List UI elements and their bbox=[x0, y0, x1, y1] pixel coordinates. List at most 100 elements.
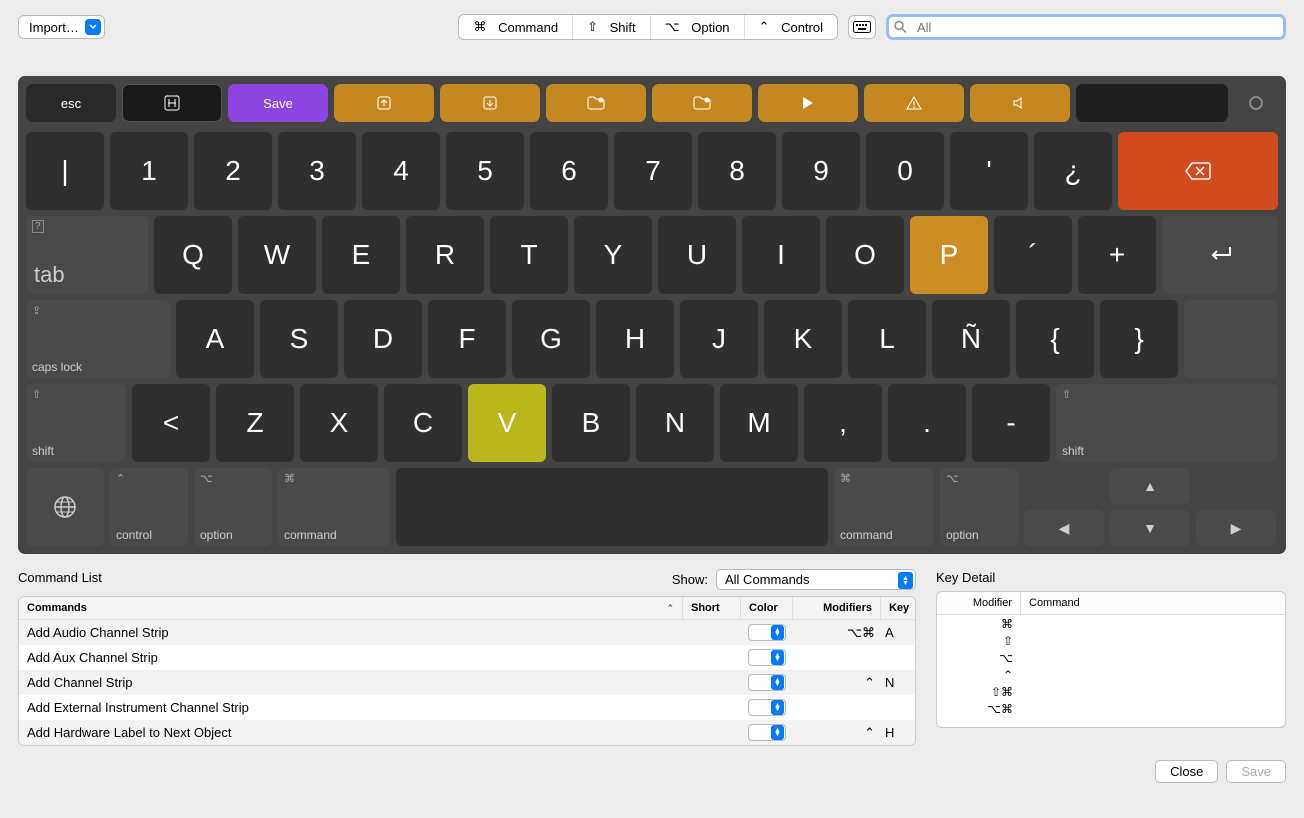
key-q[interactable]: Q bbox=[154, 216, 232, 294]
column-commands[interactable]: Commands⌃ bbox=[19, 597, 683, 619]
table-row[interactable]: Add Hardware Label to Next Object▲▼⌃H bbox=[19, 720, 915, 745]
key-3[interactable]: 3 bbox=[278, 132, 356, 210]
table-row[interactable]: Add Aux Channel Strip▲▼ bbox=[19, 645, 915, 670]
key-enye[interactable]: Ñ bbox=[932, 300, 1010, 378]
key-j[interactable]: J bbox=[680, 300, 758, 378]
keyboard-toggle-icon[interactable] bbox=[848, 15, 876, 39]
key-shift-left[interactable]: ⇧ shift bbox=[26, 384, 126, 462]
key-t[interactable]: T bbox=[490, 216, 568, 294]
key-8[interactable]: 8 bbox=[698, 132, 776, 210]
color-picker[interactable]: ▲▼ bbox=[748, 699, 786, 716]
key-m[interactable]: M bbox=[720, 384, 798, 462]
show-filter-select[interactable]: All Commands ▲▼ bbox=[716, 569, 916, 590]
key-pipe[interactable]: | bbox=[26, 132, 104, 210]
key-p[interactable]: P bbox=[910, 216, 988, 294]
key-u[interactable]: U bbox=[658, 216, 736, 294]
key-shift-right[interactable]: ⇧ shift bbox=[1056, 384, 1278, 462]
table-row[interactable]: Add External Instrument Channel Strip▲▼ bbox=[19, 695, 915, 720]
color-picker[interactable]: ▲▼ bbox=[748, 674, 786, 691]
key-4[interactable]: 4 bbox=[362, 132, 440, 210]
key-0[interactable]: 0 bbox=[866, 132, 944, 210]
key-brace-close[interactable]: } bbox=[1100, 300, 1178, 378]
key-return[interactable] bbox=[1162, 216, 1278, 294]
key-capslock[interactable]: ⇪ caps lock bbox=[26, 300, 170, 378]
key-s[interactable]: S bbox=[260, 300, 338, 378]
import-menu[interactable]: Import… bbox=[18, 15, 105, 39]
key-detail-row[interactable]: ⇧⌘ bbox=[937, 683, 1285, 700]
touchbar-folder-down-icon[interactable] bbox=[652, 84, 752, 122]
key-6[interactable]: 6 bbox=[530, 132, 608, 210]
close-button[interactable]: Close bbox=[1155, 760, 1218, 783]
key-7[interactable]: 7 bbox=[614, 132, 692, 210]
key-option-left[interactable]: ⌥option bbox=[194, 468, 272, 546]
touchbar-save[interactable]: Save bbox=[228, 84, 328, 122]
modifier-shift[interactable]: ⇧ Shift bbox=[573, 15, 651, 39]
modifier-control[interactable]: ⌃ Control bbox=[745, 15, 837, 39]
table-row[interactable]: Add Channel Strip▲▼⌃N bbox=[19, 670, 915, 695]
color-picker[interactable]: ▲▼ bbox=[748, 624, 786, 641]
key-z[interactable]: Z bbox=[216, 384, 294, 462]
column-color[interactable]: Color bbox=[741, 597, 793, 619]
key-space[interactable] bbox=[396, 468, 828, 546]
key-9[interactable]: 9 bbox=[782, 132, 860, 210]
key-o[interactable]: O bbox=[826, 216, 904, 294]
touchbar-warning-icon[interactable] bbox=[864, 84, 964, 122]
key-b[interactable]: B bbox=[552, 384, 630, 462]
touchbar-folder-up-icon[interactable] bbox=[546, 84, 646, 122]
key-v[interactable]: V bbox=[468, 384, 546, 462]
key-option-right[interactable]: ⌥option bbox=[940, 468, 1018, 546]
key-brace-open[interactable]: { bbox=[1016, 300, 1094, 378]
key-d[interactable]: D bbox=[344, 300, 422, 378]
key-accent[interactable]: ´ bbox=[994, 216, 1072, 294]
key-globe[interactable] bbox=[26, 468, 104, 546]
key-f[interactable]: F bbox=[428, 300, 506, 378]
key-a[interactable]: A bbox=[176, 300, 254, 378]
touchbar-sound-icon[interactable] bbox=[970, 84, 1070, 122]
key-control-left[interactable]: ⌃control bbox=[110, 468, 188, 546]
key-detail-row[interactable]: ⌥ bbox=[937, 649, 1285, 666]
key-h[interactable]: H bbox=[596, 300, 674, 378]
touchbar-play-icon[interactable] bbox=[758, 84, 858, 122]
key-n[interactable]: N bbox=[636, 384, 714, 462]
key-y[interactable]: Y bbox=[574, 216, 652, 294]
touchbar-customize-icon[interactable] bbox=[122, 84, 222, 122]
key-5[interactable]: 5 bbox=[446, 132, 524, 210]
key-r[interactable]: R bbox=[406, 216, 484, 294]
key-detail-row[interactable]: ⌘ bbox=[937, 615, 1285, 632]
modifier-command[interactable]: ⌘ Command bbox=[459, 15, 573, 39]
key-tab[interactable]: ? tab bbox=[26, 216, 148, 294]
touchbar-upload-icon[interactable] bbox=[334, 84, 434, 122]
column-key[interactable]: Key bbox=[881, 597, 915, 619]
key-command-right[interactable]: ⌘command bbox=[834, 468, 934, 546]
key-return-lower[interactable] bbox=[1184, 300, 1278, 378]
key-comma[interactable]: , bbox=[804, 384, 882, 462]
modifier-option[interactable]: ⌥ Option bbox=[651, 15, 745, 39]
table-row[interactable]: Add Audio Channel Strip▲▼⌥⌘A bbox=[19, 620, 915, 645]
key-dash[interactable]: - bbox=[972, 384, 1050, 462]
key-question[interactable]: ¿ bbox=[1034, 132, 1112, 210]
touchbar-home-icon[interactable] bbox=[1234, 84, 1278, 122]
key-arrow-left[interactable]: ◀ bbox=[1024, 510, 1104, 546]
key-command-left[interactable]: ⌘command bbox=[278, 468, 390, 546]
color-picker[interactable]: ▲▼ bbox=[748, 649, 786, 666]
key-detail-row[interactable]: ⇧ bbox=[937, 632, 1285, 649]
key-l[interactable]: L bbox=[848, 300, 926, 378]
key-plus[interactable]: + bbox=[1078, 216, 1156, 294]
column-modifiers[interactable]: Modifiers bbox=[793, 597, 881, 619]
key-detail-row[interactable]: ⌃ bbox=[937, 666, 1285, 683]
color-picker[interactable]: ▲▼ bbox=[748, 724, 786, 741]
search-input[interactable] bbox=[886, 14, 1286, 40]
touchbar-download-icon[interactable] bbox=[440, 84, 540, 122]
touchbar-esc[interactable]: esc bbox=[26, 84, 116, 122]
key-backspace[interactable] bbox=[1118, 132, 1278, 210]
column-short[interactable]: Short bbox=[683, 597, 741, 619]
key-1[interactable]: 1 bbox=[110, 132, 188, 210]
key-arrow-up[interactable]: ▲ bbox=[1110, 468, 1190, 504]
key-detail-row[interactable]: ⌥⌘ bbox=[937, 700, 1285, 717]
key-arrow-down[interactable]: ▼ bbox=[1110, 510, 1190, 546]
search-field[interactable] bbox=[886, 14, 1286, 40]
key-arrow-right[interactable]: ▶ bbox=[1196, 510, 1276, 546]
key-x[interactable]: X bbox=[300, 384, 378, 462]
key-k[interactable]: K bbox=[764, 300, 842, 378]
key-apostrophe[interactable]: ' bbox=[950, 132, 1028, 210]
